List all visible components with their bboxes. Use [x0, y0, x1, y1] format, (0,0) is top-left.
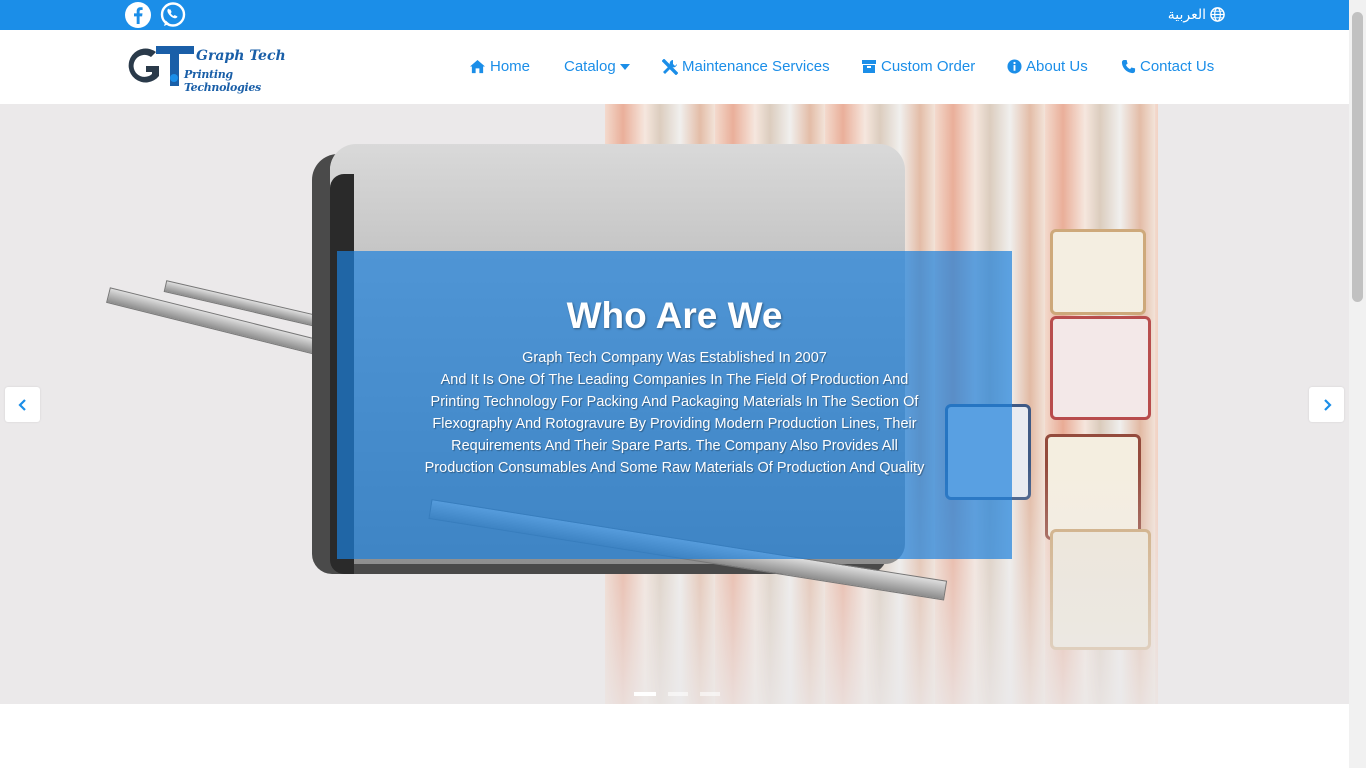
- carousel-indicators: [634, 692, 720, 696]
- carousel-prev-button[interactable]: [5, 387, 40, 422]
- scrollbar-thumb[interactable]: [1352, 12, 1363, 302]
- main-navbar: Graph Tech Printing Technologies Home Ca…: [0, 30, 1349, 105]
- vintage-label-image: [1045, 434, 1141, 540]
- nav-contact[interactable]: Contact Us: [1121, 58, 1214, 75]
- hero-caption: Who Are We Graph Tech Company Was Establ…: [337, 251, 1012, 559]
- hero-text: Graph Tech Company Was Established In 20…: [420, 347, 930, 479]
- vintage-label-image: [1050, 229, 1146, 315]
- info-circle-icon: [1007, 59, 1022, 74]
- home-icon: [470, 59, 485, 74]
- nav-catalog-label: Catalog: [564, 58, 616, 75]
- carousel-indicator[interactable]: [634, 692, 656, 696]
- caret-down-icon: [619, 63, 630, 70]
- hero-title: Who Are We: [566, 295, 783, 336]
- brand-tagline: Printing Technologies: [184, 68, 261, 94]
- box-icon: [862, 60, 876, 73]
- facebook-icon: [125, 2, 151, 28]
- phone-icon: [1121, 59, 1136, 74]
- nav-home-label: Home: [490, 58, 531, 75]
- nav-custom-order[interactable]: Custom Order: [861, 58, 975, 75]
- nav-about[interactable]: About Us: [1007, 58, 1088, 75]
- vintage-label-image: [1050, 529, 1151, 650]
- tools-icon: [662, 58, 678, 75]
- nav-home[interactable]: Home: [469, 58, 530, 75]
- brand-name: Graph Tech: [196, 48, 286, 64]
- chevron-left-icon: [17, 398, 26, 411]
- hero-body: And It Is One Of The Leading Companies I…: [424, 372, 925, 476]
- top-bar: العربية: [0, 0, 1349, 30]
- nav-maintenance-label: Maintenance Services: [682, 58, 830, 75]
- vintage-label-image: [1050, 316, 1151, 420]
- chevron-right-icon: [1323, 398, 1332, 411]
- carousel-indicator[interactable]: [700, 692, 720, 696]
- nav-contact-label: Contact Us: [1140, 58, 1215, 75]
- nav-catalog[interactable]: Catalog: [564, 58, 630, 75]
- hero-carousel: Who Are We Graph Tech Company Was Establ…: [0, 104, 1349, 704]
- carousel-indicator[interactable]: [668, 692, 688, 696]
- nav-maintenance[interactable]: Maintenance Services: [662, 58, 830, 75]
- facebook-link[interactable]: [124, 1, 152, 29]
- page-scrollbar[interactable]: [1349, 0, 1366, 768]
- carousel-next-button[interactable]: [1309, 387, 1344, 422]
- globe-icon: [1210, 7, 1225, 22]
- brand-logo[interactable]: Graph Tech Printing Technologies: [126, 44, 296, 94]
- language-label: العربية: [1167, 6, 1206, 22]
- whatsapp-icon: [160, 2, 186, 27]
- whatsapp-link[interactable]: [159, 1, 187, 29]
- language-switch[interactable]: العربية: [1168, 6, 1225, 23]
- nav-custom-order-label: Custom Order: [881, 58, 976, 75]
- nav-about-label: About Us: [1026, 58, 1088, 75]
- hero-intro: Graph Tech Company Was Established In 20…: [522, 350, 827, 366]
